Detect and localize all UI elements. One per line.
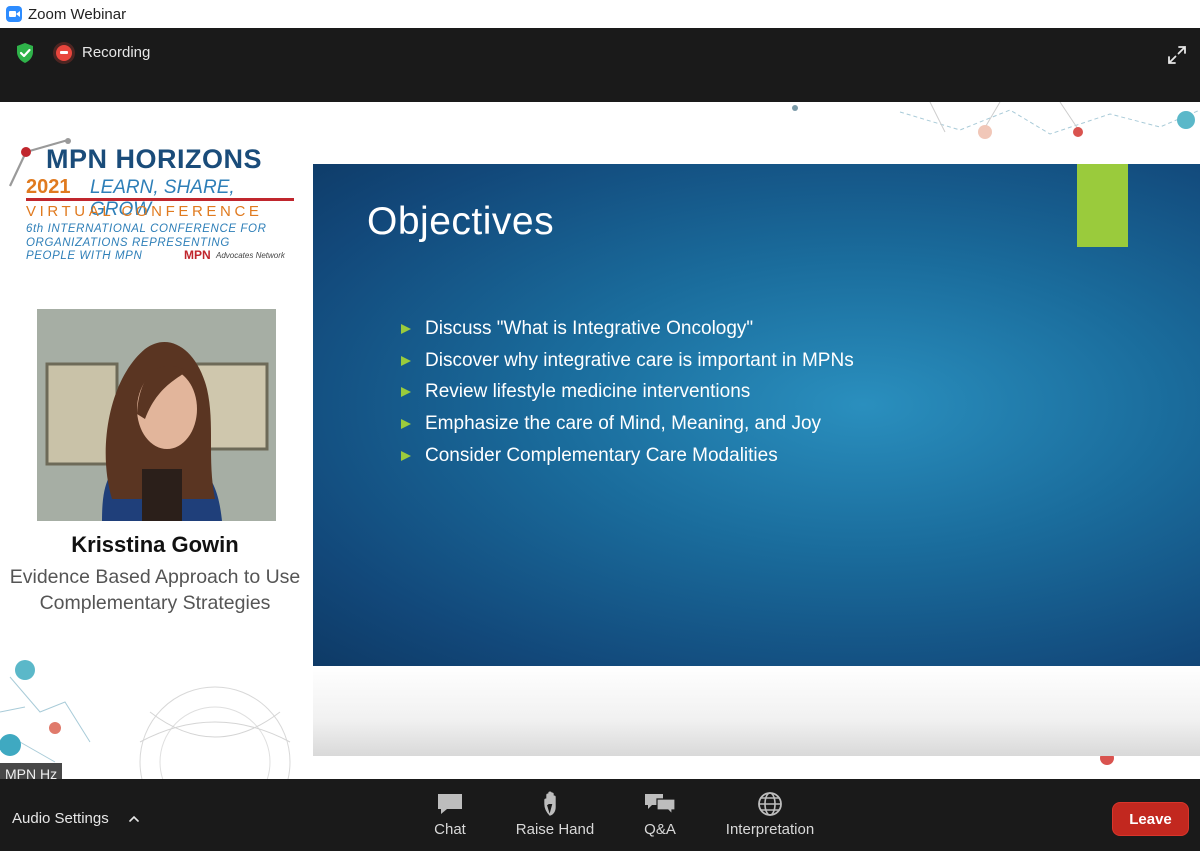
speaker-name: Krisstina Gowin: [71, 532, 239, 557]
raise-hand-label: Raise Hand: [515, 821, 595, 838]
bullet-arrow-icon: [401, 387, 411, 398]
raised-hand-icon: [544, 791, 556, 816]
speaker-portrait-image: [37, 309, 276, 521]
logo-divider: [26, 198, 294, 201]
shield-check-icon[interactable]: [14, 42, 36, 64]
objectives-list: Discuss "What is Integrative Oncology" D…: [399, 313, 854, 471]
presentation-slide: Objectives Discuss "What is Integrative …: [313, 164, 1200, 666]
recording-label[interactable]: Recording: [82, 44, 150, 61]
audio-settings-button[interactable]: Audio Settings: [12, 810, 109, 827]
slide-title: Objectives: [367, 200, 555, 243]
meeting-top-bar: Recording: [0, 28, 1200, 102]
logo-conference-description: 6th INTERNATIONAL CONFERENCE FOR ORGANIZ…: [26, 223, 267, 249]
logo-people-with-mpn: PEOPLE WITH MPN: [26, 250, 143, 262]
logo-title: MPN HORIZONS: [46, 144, 263, 174]
bullet-arrow-icon: [401, 419, 411, 430]
network-subtitle: Advocates Network: [216, 251, 285, 260]
speaker-topic: Evidence Based Approach to Use Complemen…: [9, 566, 301, 614]
conference-logo: MPN HORIZONS 2021 LEARN, SHARE, GROW VIR…: [8, 138, 298, 278]
globe-icon: [758, 792, 782, 816]
chat-bubble-icon: [438, 794, 462, 814]
qa-button[interactable]: Q&A: [635, 791, 685, 838]
objective-item: Discuss "What is Integrative Oncology": [399, 313, 854, 345]
slide-accent-bar: [1077, 164, 1128, 247]
speaker-video: [37, 309, 276, 521]
expand-arrows-icon[interactable]: [1166, 44, 1188, 66]
chat-button[interactable]: Chat: [430, 791, 470, 838]
window-title: Zoom Webinar: [28, 5, 127, 23]
interpretation-label: Interpretation: [725, 821, 815, 838]
shared-screen: MPN HORIZONS 2021 LEARN, SHARE, GROW VIR…: [0, 102, 1200, 779]
logo-year: 2021: [26, 176, 71, 198]
qa-label: Q&A: [644, 821, 676, 838]
slide-shadow: [313, 666, 1200, 756]
bullet-arrow-icon: [401, 355, 411, 366]
zoom-app-icon: [6, 6, 22, 22]
network-brand: MPN: [184, 248, 211, 262]
logo-virtual-conference: VIRTUAL CONFERENCE: [26, 203, 263, 220]
objective-item: Emphasize the care of Mind, Meaning, and…: [399, 408, 854, 440]
qa-bubbles-icon: [645, 794, 676, 816]
meeting-controls-bar: Audio Settings Chat Raise Hand Q&A Inter…: [0, 779, 1200, 851]
bullet-arrow-icon: [401, 450, 411, 461]
chevron-up-icon[interactable]: [129, 814, 139, 824]
leave-button[interactable]: Leave: [1112, 802, 1189, 836]
chat-label: Chat: [434, 821, 466, 838]
objective-item: Consider Complementary Care Modalities: [399, 440, 854, 472]
objective-item: Discover why integrative care is importa…: [399, 345, 854, 377]
bullet-arrow-icon: [401, 324, 411, 334]
window-title-bar: Zoom Webinar: [0, 0, 1200, 28]
raise-hand-button[interactable]: Raise Hand: [510, 791, 600, 838]
objective-item: Review lifestyle medicine interventions: [399, 376, 854, 408]
interpretation-button[interactable]: Interpretation: [715, 791, 825, 838]
recording-icon[interactable]: [56, 45, 72, 61]
